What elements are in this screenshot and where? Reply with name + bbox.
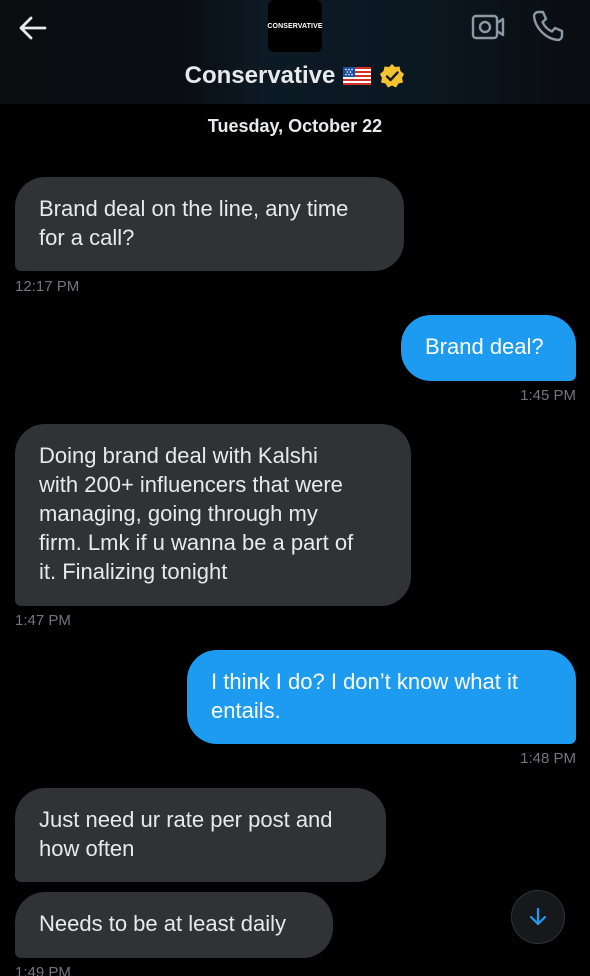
date-divider: Tuesday, October 22 [207, 116, 383, 136]
message-bubble-incoming[interactable]: Doing brand deal with Kalshi with 200+ i… [15, 424, 411, 606]
contact-name: Conservative [184, 62, 336, 89]
avatar-logo-text: CONSERVATIVE [267, 22, 323, 30]
message-bubble-outgoing[interactable]: Brand deal? [401, 315, 576, 381]
message-timestamp: 12:17 PM [15, 278, 80, 295]
video-call-button[interactable] [470, 10, 506, 44]
us-flag-icon [343, 67, 372, 85]
message-bubble-incoming[interactable]: Needs to be at least daily [15, 892, 333, 958]
conversation-title-row[interactable]: Conservative [0, 58, 590, 94]
video-camera-icon [471, 14, 505, 40]
message-timestamp: 1:47 PM [15, 612, 71, 629]
scroll-to-bottom-button[interactable] [511, 890, 565, 944]
message-bubble-outgoing[interactable]: I think I do? I don’t know what it entai… [187, 650, 576, 744]
phone-call-button[interactable] [530, 8, 566, 44]
message-bubble-incoming[interactable]: Just need ur rate per post and how often [15, 788, 386, 882]
verified-badge-icon [380, 64, 405, 88]
message-timestamp: 1:48 PM [520, 750, 576, 767]
message-bubble-incoming[interactable]: Brand deal on the line, any time for a c… [15, 177, 404, 271]
message-timestamp: 1:45 PM [520, 387, 576, 404]
conversation-header: CONSERVATIVE Conservative [0, 0, 590, 104]
arrow-left-icon [19, 16, 47, 40]
avatar[interactable]: CONSERVATIVE [267, 0, 323, 52]
arrow-down-icon [529, 907, 547, 926]
back-button[interactable] [12, 8, 52, 48]
phone-icon [532, 10, 564, 42]
dm-conversation-screen: CONSERVATIVE Conservative Tuesday, Octob… [0, 0, 590, 976]
message-timestamp: 1:49 PM [15, 964, 71, 976]
